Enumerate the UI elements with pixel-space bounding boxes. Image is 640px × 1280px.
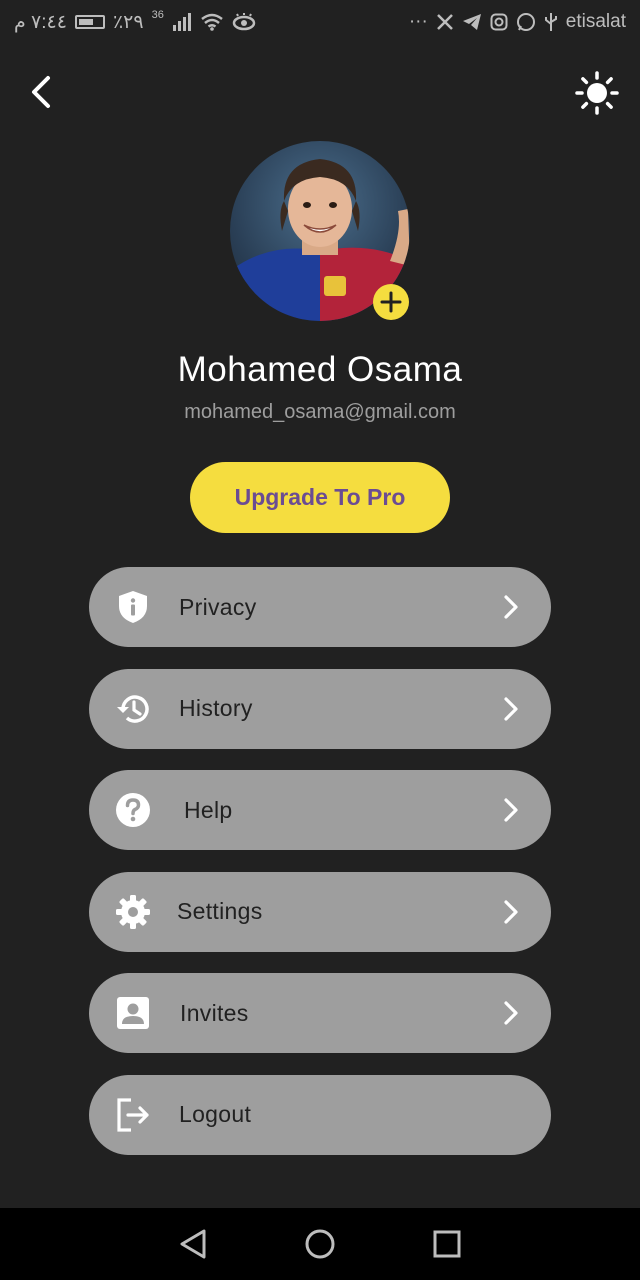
gear-icon xyxy=(116,894,150,929)
wifi-icon xyxy=(200,13,224,31)
telegram-icon xyxy=(462,13,482,31)
chevron-right-icon xyxy=(504,1001,518,1025)
signal-label: 36 xyxy=(151,9,164,21)
overflow-dots: ··· xyxy=(408,11,428,32)
signal-icon xyxy=(172,13,192,31)
contact-icon xyxy=(117,997,149,1029)
menu-item-invites[interactable]: Invites xyxy=(89,973,551,1053)
square-recents-icon xyxy=(433,1230,461,1258)
menu-item-label: Help xyxy=(184,796,233,823)
system-nav-bar xyxy=(0,1208,640,1280)
menu-item-logout[interactable]: Logout xyxy=(89,1074,551,1155)
status-left: ٧:٤٤ م ٪٢٩ 36 xyxy=(14,9,256,34)
profile-menu: Privacy History Help Settings Invites Lo… xyxy=(89,567,551,1176)
avatar-container xyxy=(230,141,410,321)
nav-back-button[interactable] xyxy=(175,1226,211,1262)
nav-recents-button[interactable] xyxy=(429,1226,465,1262)
nav-home-button[interactable] xyxy=(302,1226,338,1262)
theme-toggle-button[interactable] xyxy=(574,70,620,116)
instagram-icon xyxy=(490,13,508,31)
eye-icon xyxy=(232,13,256,31)
add-photo-button[interactable] xyxy=(373,284,409,320)
whatsapp-icon xyxy=(516,12,536,32)
profile-name: Mohamed Osama xyxy=(177,350,463,389)
menu-item-label: Settings xyxy=(177,898,263,924)
status-right: ··· etisalat xyxy=(409,11,626,33)
chevron-right-icon xyxy=(504,696,518,721)
shield-info-icon xyxy=(119,591,147,623)
x-icon xyxy=(436,13,454,31)
upgrade-to-pro-button[interactable]: Upgrade To Pro xyxy=(190,462,450,533)
chevron-right-icon xyxy=(504,595,518,619)
profile-email: mohamed_osama@gmail.com xyxy=(184,401,456,423)
menu-item-privacy[interactable]: Privacy xyxy=(89,567,551,647)
menu-item-label: Invites xyxy=(180,999,249,1026)
menu-item-label: Privacy xyxy=(179,593,257,620)
chevron-right-icon xyxy=(504,899,518,924)
menu-item-label: History xyxy=(179,695,253,721)
circle-home-icon xyxy=(305,1229,335,1259)
back-button[interactable] xyxy=(22,72,62,112)
chevron-left-icon xyxy=(32,76,50,108)
triangle-back-icon xyxy=(180,1229,206,1259)
usb-icon xyxy=(544,12,558,32)
menu-item-help[interactable]: Help xyxy=(89,770,551,850)
battery-icon xyxy=(74,15,105,29)
status-bar: ٧:٤٤ م ٪٢٩ 36 ··· etisalat xyxy=(0,0,640,44)
chevron-right-icon xyxy=(504,798,518,822)
carrier-name: etisalat xyxy=(565,11,626,32)
plus-icon xyxy=(380,291,402,313)
history-icon xyxy=(117,694,149,723)
help-icon xyxy=(116,793,150,827)
menu-item-settings[interactable]: Settings xyxy=(89,871,551,952)
menu-item-history[interactable]: History xyxy=(89,668,551,749)
logout-icon xyxy=(117,1097,149,1132)
sun-icon xyxy=(575,71,619,115)
status-time: ٧:٤٤ م xyxy=(14,11,67,33)
menu-item-label: Logout xyxy=(179,1101,252,1127)
battery-percent: ٪٢٩ xyxy=(112,11,144,33)
